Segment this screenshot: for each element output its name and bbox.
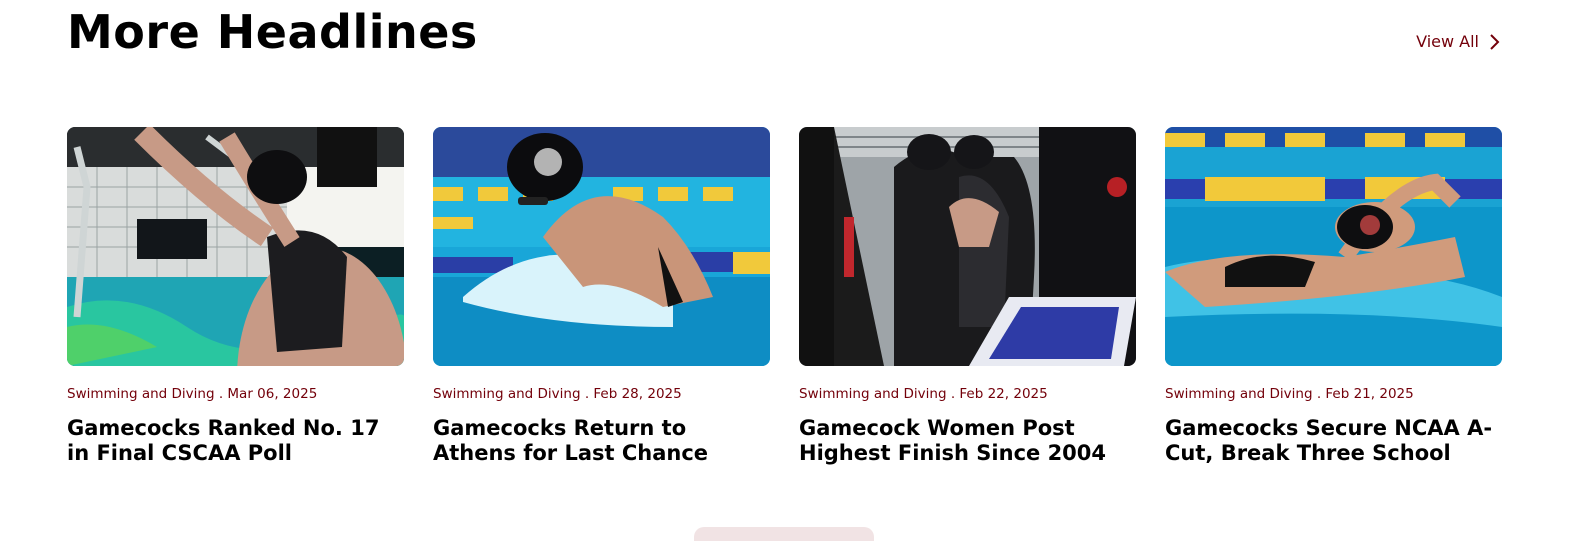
view-all-label: View All (1416, 32, 1479, 51)
chevron-right-icon (1490, 33, 1500, 50)
card-meta: Swimming and Diving . Mar 06, 2025 (67, 386, 318, 402)
card-image[interactable] (67, 127, 404, 366)
headline-card[interactable]: Swimming and Diving . Mar 06, 2025 Gamec… (67, 127, 404, 466)
card-meta: Swimming and Diving . Feb 22, 2025 (799, 386, 1048, 402)
headline-card[interactable]: Swimming and Diving . Feb 28, 2025 Gamec… (433, 127, 770, 466)
card-image[interactable] (433, 127, 770, 366)
card-meta: Swimming and Diving . Feb 21, 2025 (1165, 386, 1414, 402)
card-meta: Swimming and Diving . Feb 28, 2025 (433, 386, 682, 402)
view-all-link[interactable]: View All (1416, 32, 1501, 51)
headline-card[interactable]: Swimming and Diving . Feb 22, 2025 Gamec… (799, 127, 1136, 466)
card-headline[interactable]: Gamecocks Secure NCAA A-Cut, Break Three… (1165, 416, 1502, 466)
section-title: More Headlines (67, 5, 478, 59)
card-headline[interactable]: Gamecocks Return to Athens for Last Chan… (433, 416, 770, 466)
headline-cards: Swimming and Diving . Mar 06, 2025 Gamec… (67, 127, 1502, 466)
card-image[interactable] (799, 127, 1136, 366)
headline-card[interactable]: Swimming and Diving . Feb 21, 2025 Gamec… (1165, 127, 1502, 466)
card-headline[interactable]: Gamecocks Ranked No. 17 in Final CSCAA P… (67, 416, 404, 466)
card-image[interactable] (1165, 127, 1502, 366)
card-headline[interactable]: Gamecock Women Post Highest Finish Since… (799, 416, 1136, 466)
load-more-button[interactable] (694, 527, 874, 541)
